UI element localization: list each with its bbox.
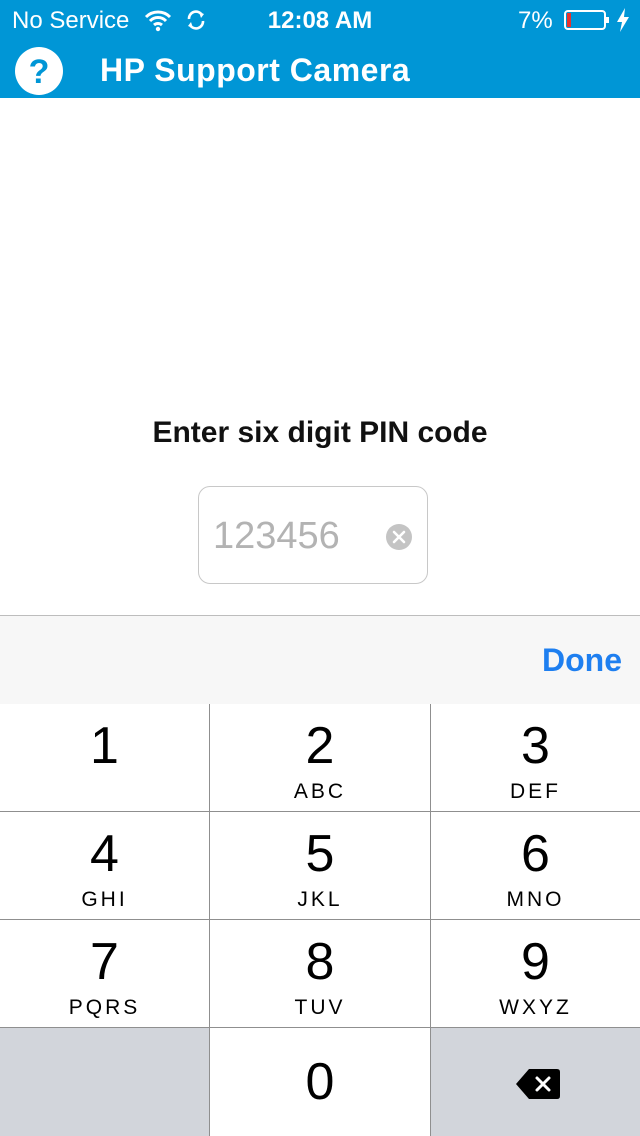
battery-percent: 7% bbox=[518, 7, 553, 34]
key-letters: ABC bbox=[293, 780, 347, 803]
app-header: No Service 12:08 AM 7% ? HP Support Came… bbox=[0, 0, 640, 98]
app-title: HP Support Camera bbox=[100, 52, 411, 88]
pin-field[interactable] bbox=[198, 486, 428, 584]
key-digit: 0 bbox=[305, 1053, 335, 1111]
status-bar: No Service 12:08 AM 7% bbox=[0, 0, 640, 40]
key-letters: PQRS bbox=[68, 996, 141, 1019]
key-8[interactable]: 8 TUV bbox=[210, 920, 430, 1027]
pin-prompt: Enter six digit PIN code bbox=[152, 416, 488, 449]
key-4[interactable]: 4 GHI bbox=[0, 812, 209, 919]
key-0[interactable]: 0 bbox=[210, 1028, 430, 1136]
help-question-icon[interactable]: ? bbox=[14, 46, 64, 96]
key-digit: 2 bbox=[305, 717, 335, 775]
numeric-keypad: 1 2 ABC 3 DEF 4 GHI 5 JKL 6 MNO 7 PQRS 8… bbox=[0, 704, 640, 1136]
key-digit: 1 bbox=[90, 717, 119, 775]
key-digit: 9 bbox=[521, 933, 550, 991]
key-letters: TUV bbox=[294, 996, 346, 1019]
key-digit: 4 bbox=[90, 825, 119, 883]
key-1[interactable]: 1 bbox=[0, 704, 209, 811]
nav-bar: ? HP Support Camera bbox=[0, 40, 640, 98]
key-2[interactable]: 2 ABC bbox=[210, 704, 430, 811]
key-7[interactable]: 7 PQRS bbox=[0, 920, 209, 1027]
key-digit: 6 bbox=[521, 825, 550, 883]
clear-x-icon[interactable] bbox=[385, 523, 413, 551]
key-digit: 8 bbox=[305, 933, 335, 991]
key-digit: 3 bbox=[521, 717, 550, 775]
keyboard-accessory-bar: Done bbox=[0, 615, 640, 704]
key-letters: WXYZ bbox=[499, 996, 572, 1019]
delete-key[interactable] bbox=[431, 1028, 640, 1136]
charging-bolt-icon bbox=[617, 8, 629, 32]
pin-input[interactable] bbox=[213, 511, 373, 561]
key-letters: JKL bbox=[297, 888, 343, 911]
key-blank bbox=[0, 1028, 209, 1136]
key-6[interactable]: 6 MNO bbox=[431, 812, 640, 919]
key-9[interactable]: 9 WXYZ bbox=[431, 920, 640, 1027]
key-letters: MNO bbox=[506, 888, 565, 911]
done-button[interactable]: Done bbox=[542, 642, 622, 679]
key-letters: GHI bbox=[81, 888, 128, 911]
key-digit: 5 bbox=[305, 825, 335, 883]
key-letters: DEF bbox=[510, 780, 561, 803]
key-5[interactable]: 5 JKL bbox=[210, 812, 430, 919]
battery-icon bbox=[564, 10, 609, 30]
svg-text:?: ? bbox=[29, 53, 50, 91]
key-3[interactable]: 3 DEF bbox=[431, 704, 640, 811]
key-digit: 7 bbox=[90, 933, 119, 991]
backspace-icon bbox=[516, 1069, 560, 1099]
